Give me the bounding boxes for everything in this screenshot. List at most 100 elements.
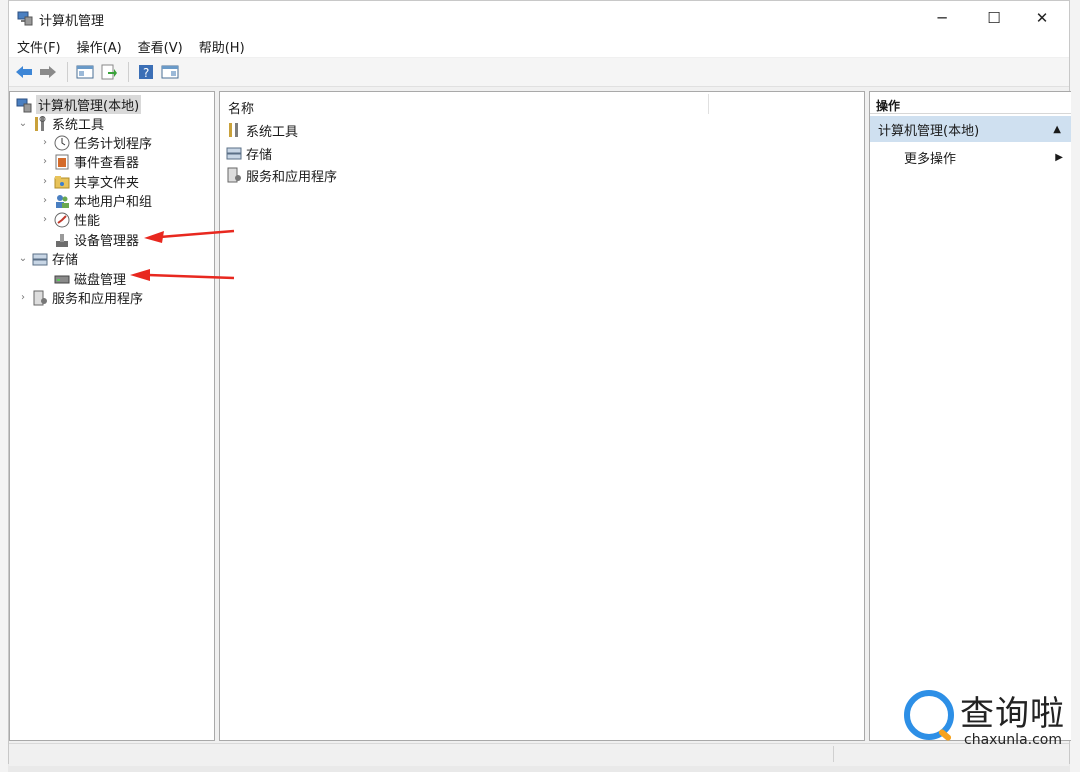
chevron-right-icon[interactable]: › [38, 195, 52, 206]
device-manager-icon [56, 233, 68, 247]
chevron-right-icon[interactable]: › [38, 176, 52, 187]
actions-section-label: 计算机管理(本地) [878, 123, 980, 139]
actions-section-header[interactable]: 计算机管理(本地) ▲ [870, 116, 1071, 142]
tree-item-task-scheduler[interactable]: › 任务计划程序 [38, 133, 152, 152]
chevron-right-icon[interactable]: › [38, 156, 52, 167]
annotation-arrow [144, 229, 235, 243]
back-button[interactable] [13, 61, 35, 83]
chevron-right-icon[interactable]: › [16, 292, 30, 303]
menu-bar: 文件(F) 操作(A) 查看(V) 帮助(H) [9, 35, 1069, 57]
toolbar-separator [128, 62, 129, 82]
details-pane: 名称 系统工具 存储 服务和应用程序 [219, 91, 865, 741]
magnifier-icon [904, 690, 954, 740]
list-item-label: 系统工具 [246, 124, 299, 140]
list-item[interactable]: 系统工具 [226, 120, 298, 140]
tree-label-services: 服务和应用程序 [52, 292, 144, 307]
chevron-right-icon[interactable]: › [38, 214, 52, 225]
tree-label-shared-folders: 共享文件夹 [74, 176, 140, 191]
tree-item-device-manager[interactable]: 设备管理器 [52, 230, 139, 249]
tree-item-storage[interactable]: ⌄ 存储 [16, 249, 78, 268]
column-header-name[interactable]: 名称 [220, 92, 864, 117]
back-arrow-icon [16, 66, 32, 78]
tools-icon [35, 115, 46, 131]
list-item-label: 存储 [246, 147, 273, 163]
tree-item-shared-folders[interactable]: › 共享文件夹 [38, 172, 139, 191]
tree-label-root: 计算机管理(本地) [36, 95, 142, 114]
watermark-site: chaxunla.com [964, 732, 1062, 748]
submenu-arrow-icon: ▶ [1055, 151, 1063, 163]
watermark-title: 查询啦 [960, 694, 1065, 734]
annotation-arrow [130, 269, 235, 281]
tree-label-performance: 性能 [74, 214, 101, 229]
column-divider[interactable] [708, 94, 709, 114]
actions-pane: 操作 计算机管理(本地) ▲ 更多操作 ▶ [869, 91, 1071, 741]
tree-label-device-manager: 设备管理器 [74, 234, 140, 249]
help-button[interactable]: ? [135, 61, 157, 83]
menu-action[interactable]: 操作(A) [77, 37, 122, 56]
computer-management-window: 计算机管理 ─ ☐ ✕ 文件(F) 操作(A) 查看(V) 帮助(H) ? 计算… [8, 0, 1071, 766]
list-item-label: 服务和应用程序 [246, 169, 338, 185]
clock-icon [54, 135, 70, 150]
svg-text:?: ? [143, 66, 149, 80]
performance-icon [54, 212, 70, 227]
actions-header: 操作 [870, 92, 1071, 114]
tools-icon [229, 123, 238, 137]
console-tree-icon [76, 65, 94, 79]
tree-label-system-tools: 系统工具 [52, 118, 105, 133]
chevron-right-icon[interactable]: › [38, 137, 52, 148]
chevron-down-icon[interactable]: ⌄ [16, 118, 30, 129]
disk-icon [54, 275, 70, 283]
minimize-button[interactable]: ─ [919, 1, 965, 35]
tree-item-system-tools[interactable]: ⌄ 系统工具 [16, 114, 104, 133]
watermark-logo: 查询啦 chaxunla.com [902, 684, 1072, 750]
tree-item-root[interactable]: 计算机管理(本地) [14, 95, 142, 114]
close-button[interactable]: ✕ [1019, 1, 1065, 35]
more-actions-item[interactable]: 更多操作 ▶ [904, 146, 1071, 168]
window-title: 计算机管理 [39, 14, 105, 29]
console-tree-pane: 计算机管理(本地) ⌄ 系统工具 › 任务计划程序 › 事件查看器 › 共享文件… [9, 91, 215, 741]
storage-icon [32, 253, 48, 265]
help-icon: ? [139, 65, 153, 80]
services-icon [227, 167, 241, 183]
tree-item-disk-management[interactable]: 磁盘管理 [52, 269, 126, 288]
title-bar: 计算机管理 ─ ☐ ✕ [9, 1, 1069, 35]
list-item[interactable]: 服务和应用程序 [226, 165, 337, 185]
tree-label-event-viewer: 事件查看器 [74, 156, 140, 171]
status-divider [833, 746, 834, 762]
action-pane-icon [161, 65, 179, 79]
tree-label-local-users: 本地用户和组 [74, 195, 153, 210]
export-list-button[interactable] [98, 61, 120, 83]
forward-button[interactable] [37, 61, 59, 83]
storage-icon [226, 147, 242, 160]
services-icon [33, 290, 47, 305]
more-actions-label: 更多操作 [904, 151, 957, 167]
column-header-label: 名称 [228, 102, 255, 117]
list-item[interactable]: 存储 [226, 143, 272, 163]
event-viewer-icon [55, 154, 69, 169]
background-edge-right [1070, 0, 1080, 772]
export-icon [101, 64, 117, 80]
show-action-pane-button[interactable] [159, 61, 181, 83]
tree-item-performance[interactable]: › 性能 [38, 210, 100, 229]
computer-management-icon [16, 98, 32, 112]
toolbar: ? [9, 58, 1069, 87]
show-hide-tree-button[interactable] [74, 61, 96, 83]
tree-label-disk-management: 磁盘管理 [74, 273, 127, 288]
chevron-down-icon[interactable]: ⌄ [16, 253, 30, 264]
tree-label-task-scheduler: 任务计划程序 [74, 137, 153, 152]
tree-item-services[interactable]: › 服务和应用程序 [16, 288, 143, 307]
menu-file[interactable]: 文件(F) [17, 37, 61, 56]
tree-item-event-viewer[interactable]: › 事件查看器 [38, 152, 139, 171]
background-edge-left [0, 0, 8, 772]
menu-view[interactable]: 查看(V) [138, 37, 183, 56]
maximize-button[interactable]: ☐ [971, 1, 1017, 35]
shared-folder-icon [54, 175, 70, 188]
computer-management-icon [17, 11, 33, 26]
menu-help[interactable]: 帮助(H) [199, 37, 245, 56]
tree-label-storage: 存储 [52, 253, 79, 268]
collapse-up-icon[interactable]: ▲ [1053, 124, 1061, 135]
users-icon [56, 194, 69, 208]
tree-item-local-users[interactable]: › 本地用户和组 [38, 191, 152, 210]
forward-arrow-icon [40, 66, 56, 78]
toolbar-separator [67, 62, 68, 82]
